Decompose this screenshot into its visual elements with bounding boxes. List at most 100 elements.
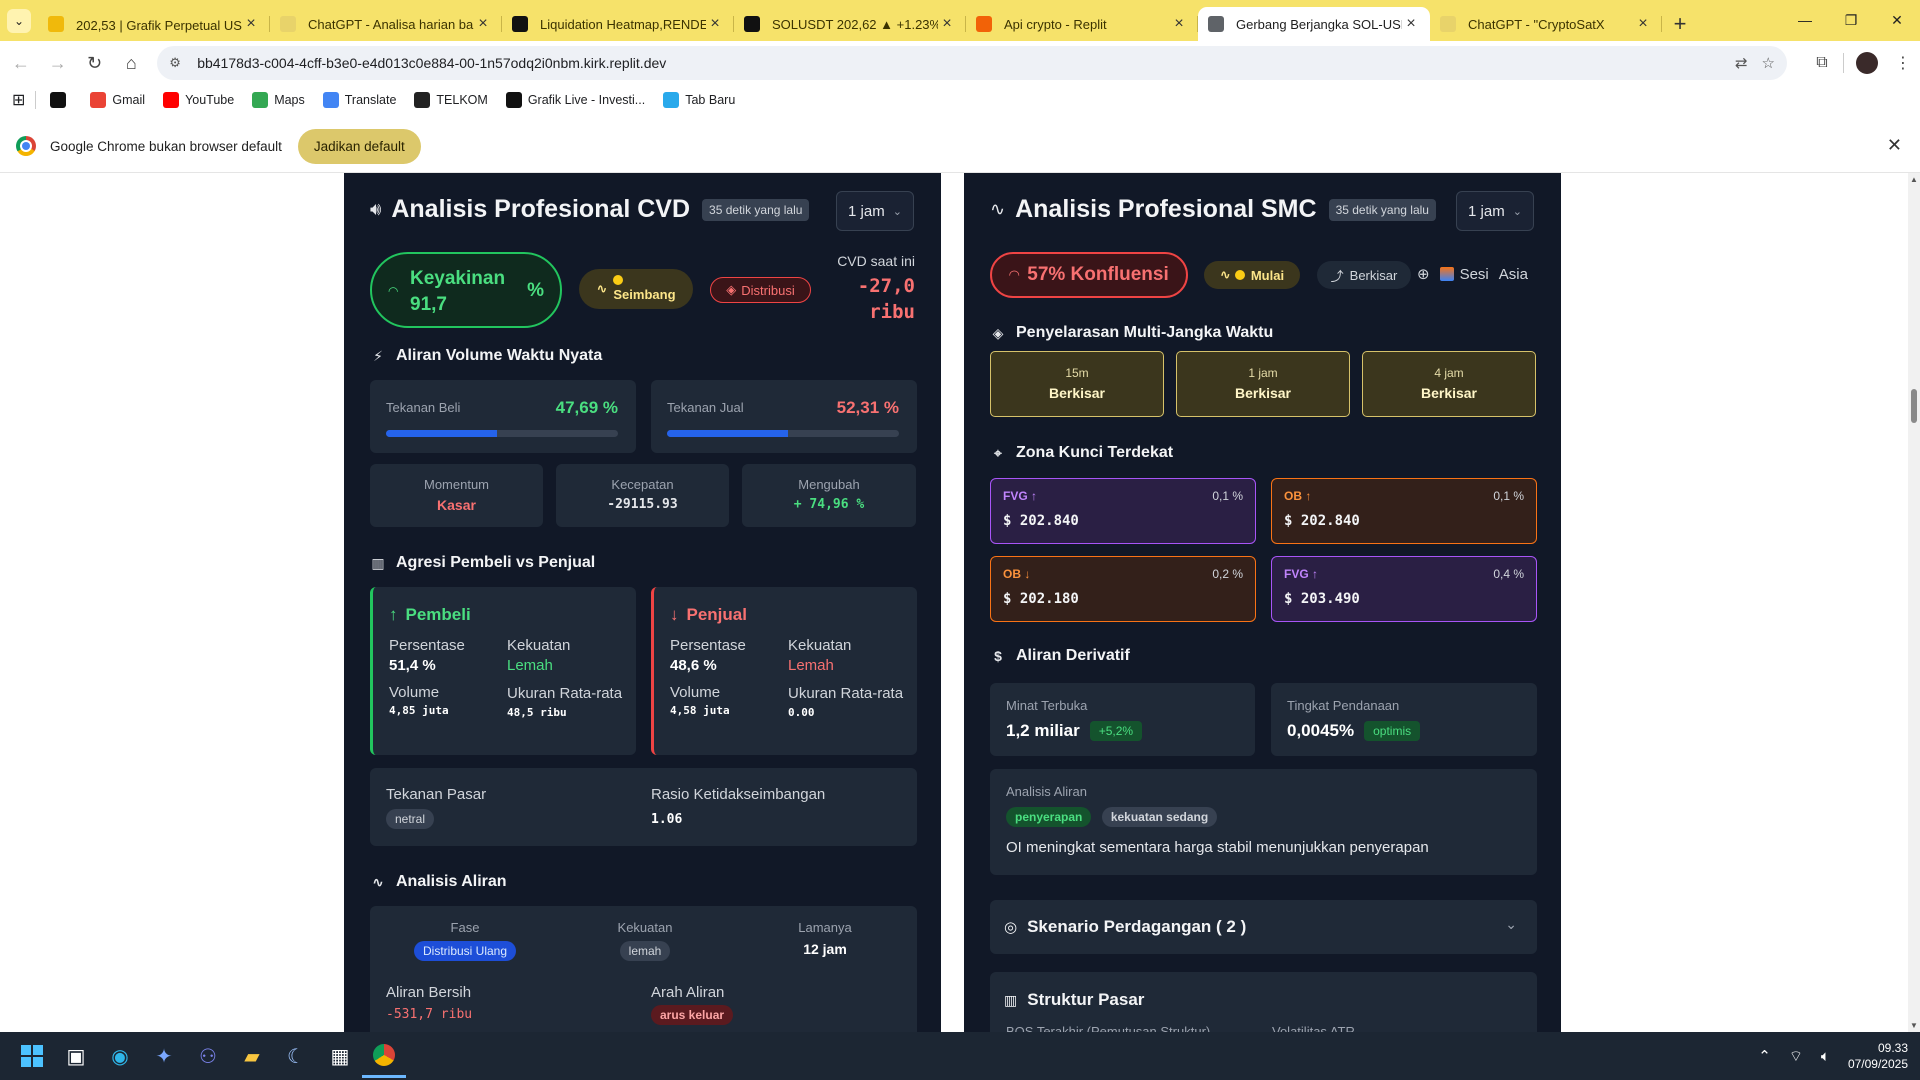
profile-avatar[interactable]: [1856, 52, 1878, 74]
session-label: Sesi: [1459, 265, 1489, 283]
zone-type: OB ↓: [1003, 567, 1031, 581]
gauge-icon: ◠: [388, 284, 399, 298]
change-label: Mengubah: [798, 477, 860, 492]
browser-tab[interactable]: Liquidation Heatmap,RENDER L×: [502, 7, 734, 41]
speed-value: -29115.93: [607, 497, 678, 512]
browser-tab[interactable]: ChatGPT - "CryptoSatX ×: [1430, 7, 1662, 41]
cvd-timeframe-select[interactable]: 1 jam ⌄: [836, 191, 914, 231]
wifi-icon[interactable]: ⌔: [1789, 1047, 1803, 1066]
close-tab-icon[interactable]: ×: [1170, 15, 1188, 33]
timeframe-value: 1 jam: [1468, 202, 1505, 220]
bookmark-label: TELKOM: [436, 93, 488, 107]
maps-icon: [252, 92, 269, 108]
task-view-icon[interactable]: ▣: [54, 1034, 98, 1078]
close-tab-icon[interactable]: ×: [706, 15, 724, 33]
seller-avg-value: 0.00: [788, 706, 815, 719]
restore-button[interactable]: ❐: [1828, 0, 1874, 40]
bookmark-item[interactable]: TELKOM: [414, 92, 488, 108]
target-icon: ◎: [1004, 919, 1018, 936]
windows-start-icon[interactable]: [10, 1034, 54, 1078]
tab-title: ChatGPT - "CryptoSatX: [1468, 16, 1605, 32]
back-button[interactable]: ←: [5, 47, 37, 79]
buyer-avg-label: Ukuran Rata-rata: [507, 685, 623, 702]
dollar-icon: $: [994, 648, 1002, 664]
store-icon[interactable]: ▦: [318, 1034, 362, 1078]
browser-tab[interactable]: SOLUSDT 202,62 ▲ +1.23% RC×: [734, 7, 966, 41]
bookmark-star-icon[interactable]: ☆: [1762, 54, 1775, 72]
speaker-icon: 🔊︎: [370, 199, 382, 219]
close-icon[interactable]: ✕: [1887, 135, 1902, 156]
close-tab-icon[interactable]: ×: [938, 15, 956, 33]
seller-pct-value: 48,6 %: [670, 657, 717, 674]
reload-button[interactable]: ↻: [79, 47, 111, 79]
menu-kebab-icon[interactable]: ⋮: [1886, 53, 1920, 73]
bookmark-item[interactable]: Translate: [322, 92, 396, 108]
close-tab-icon[interactable]: ×: [1634, 15, 1652, 33]
minimize-button[interactable]: —: [1782, 0, 1828, 40]
bookmark-item[interactable]: [50, 92, 72, 108]
bookmark-item[interactable]: YouTube: [163, 92, 234, 108]
cvd-title: Analisis Profesional CVD: [391, 195, 691, 223]
browser-tab[interactable]: 202,53 | Grafik Perpetual USDⓈ×: [38, 7, 270, 41]
close-tab-icon[interactable]: ×: [474, 15, 492, 33]
funding-label: Tingkat Pendanaan: [1287, 698, 1400, 713]
buyer-strength-label: Kekuatan: [507, 637, 571, 654]
timeframe-alignment-card: 15m Berkisar: [990, 351, 1164, 417]
site-info-icon[interactable]: ⚙: [169, 55, 187, 71]
buy-pressure-value: 47,69 %: [555, 398, 618, 417]
set-default-button[interactable]: Jadikan default: [297, 128, 421, 164]
home-button[interactable]: ⌂: [115, 47, 147, 79]
scroll-up-icon[interactable]: ▲: [1910, 175, 1918, 184]
buyer-pct-value: 51,4 %: [389, 657, 436, 674]
address-bar[interactable]: ⚙ bb4178d3-c004-4cff-b3e0-e4d013c0e884-0…: [157, 46, 1787, 80]
oi-label: Minat Terbuka: [1006, 698, 1088, 713]
bookmark-item[interactable]: Gmail: [90, 92, 145, 108]
bookmarks-bar: ⊞ Gmail YouTube Maps Translate TELKOM Grafik …: [0, 85, 1920, 115]
session-value: Asia: [1498, 265, 1528, 283]
extensions-icon[interactable]: ⧉: [1805, 54, 1839, 72]
apps-grid-icon[interactable]: ⊞: [12, 90, 25, 110]
chevron-up-icon[interactable]: ⌃: [1758, 1047, 1771, 1065]
new-tab-button[interactable]: +: [1662, 7, 1698, 41]
close-window-button[interactable]: ✕: [1874, 0, 1920, 40]
browser-tab[interactable]: Gerbang Berjangka SOL-USDT-×: [1198, 7, 1430, 41]
sell-pressure-bar: [667, 430, 899, 437]
volume-icon[interactable]: 🔈︎: [1821, 1048, 1830, 1065]
copilot-icon[interactable]: ✦: [142, 1034, 186, 1078]
bookmark-item[interactable]: Maps: [252, 92, 305, 108]
trade-scenarios-accordion[interactable]: ◎ Skenario Perdagangan ( 2 ) ⌄: [990, 900, 1537, 954]
cvd-panel: 🔊︎ Analisis Profesional CVD 35 detik yan…: [344, 173, 941, 1032]
direction-badge: arus keluar: [651, 1005, 734, 1025]
toolbar-divider: [1843, 53, 1844, 73]
gmail-icon: [90, 92, 107, 108]
close-tab-icon[interactable]: ×: [1402, 15, 1420, 33]
lightning-icon: ⚡︎: [373, 347, 383, 364]
buyer-pct-label: Persentase: [389, 637, 465, 654]
scroll-down-icon[interactable]: ▼: [1910, 1021, 1918, 1030]
timeframe-label: 4 jam: [1434, 366, 1464, 380]
scrollbar-thumb[interactable]: [1911, 389, 1917, 423]
bookmark-item[interactable]: Tab Baru: [663, 92, 735, 108]
smc-timeframe-select[interactable]: 1 jam ⌄: [1456, 191, 1534, 231]
page-scrollbar[interactable]: ▲ ▼: [1908, 173, 1920, 1032]
night-mode-icon[interactable]: ☾: [274, 1034, 318, 1078]
browser-tab[interactable]: ChatGPT - Analisa harian baru ×: [270, 7, 502, 41]
chatgpt-icon: [1440, 16, 1456, 32]
coinglass-icon: [512, 16, 528, 32]
bookmark-item[interactable]: Grafik Live - Investi...: [505, 92, 645, 108]
close-tab-icon[interactable]: ×: [242, 15, 260, 33]
default-browser-infobar: Google Chrome bukan browser default Jadi…: [0, 120, 1920, 173]
clock[interactable]: 09.33 07/09/2025: [1848, 1040, 1908, 1072]
edge-browser-icon[interactable]: ◉: [98, 1034, 142, 1078]
teams-icon[interactable]: ⚇: [186, 1034, 230, 1078]
buy-pressure-card: Tekanan Beli 47,69 %: [370, 380, 636, 453]
zone-distance: 0,4 %: [1493, 567, 1524, 581]
chrome-taskbar-icon[interactable]: [362, 1034, 406, 1078]
oi-value: 1,2 miliar: [1006, 721, 1080, 740]
forward-button[interactable]: →: [42, 47, 74, 79]
file-explorer-icon[interactable]: ▰: [230, 1034, 274, 1078]
tab-search-button[interactable]: ⌄: [0, 0, 38, 41]
translate-icon[interactable]: ⇄: [1735, 54, 1748, 72]
browser-tab[interactable]: Api crypto - Replit ×: [966, 7, 1198, 41]
momentum-value: Kasar: [437, 497, 476, 513]
